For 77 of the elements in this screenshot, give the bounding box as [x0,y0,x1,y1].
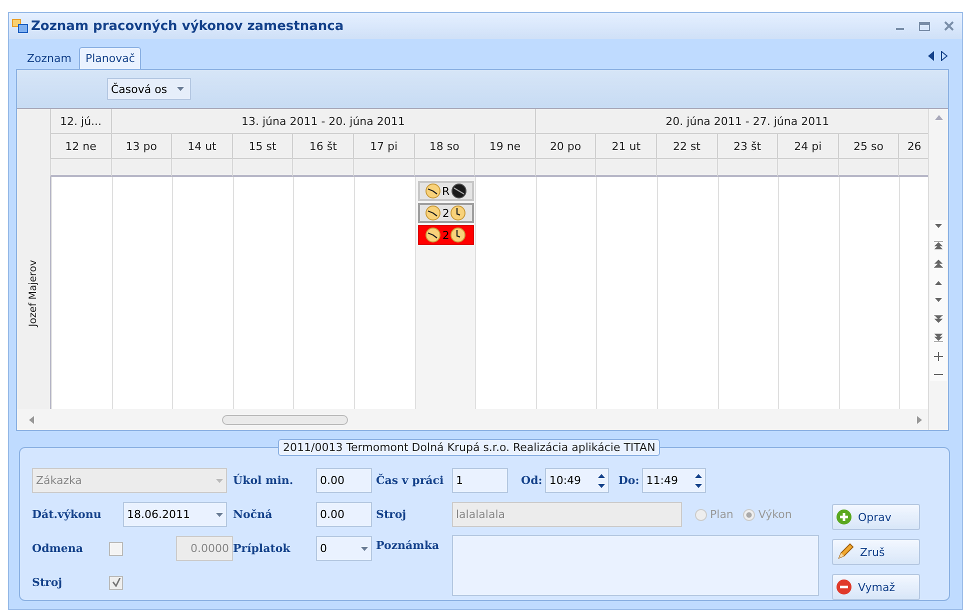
week-header: 12. jú... [50,109,111,134]
navigate-pgup-icon[interactable] [934,259,943,268]
clock-icon [450,183,467,199]
tab[interactable]: Planovač [79,47,141,69]
appointment[interactable]: R [418,181,474,201]
work-time-field[interactable]: 1 [452,468,508,493]
day-header: 25 so [838,134,898,159]
view-dropdown[interactable]: Časová os [107,78,192,100]
navigate-last-icon[interactable] [934,333,943,342]
machine-label: Stroj [376,508,408,521]
appointment[interactable]: 2 [418,225,474,245]
to-label: Do: [618,474,640,487]
navigate-first-icon[interactable] [934,240,943,250]
checkbox[interactable] [109,576,123,590]
task-field[interactable]: 0.00 [316,468,372,493]
spinner-icon[interactable] [598,474,606,488]
navigate-pgdn-icon[interactable] [934,314,943,324]
date-picker[interactable]: 18.06.2011 [123,502,227,527]
night-label: Nočná [233,508,274,521]
day-header: 17 pi [352,134,414,159]
caret-icon [177,87,184,91]
window-title: Zoznam pracovných výkonov zamestnanca [31,18,344,34]
scroll-left-icon[interactable] [928,51,935,61]
surcharge-dropdown[interactable]: 0 [316,536,372,561]
checkbox[interactable] [109,542,123,556]
day-header: 23 št [716,134,778,159]
action-button[interactable]: Zruš [832,539,920,565]
note-label: Poznámka [376,539,440,552]
clock-icon [450,205,466,221]
plus-icon [836,509,852,525]
day-header: 21 ut [595,134,656,159]
scroll-right-icon[interactable] [941,51,948,61]
day-header: 13 po [110,134,172,159]
night-field[interactable]: 0.00 [316,502,372,527]
clock-icon [425,205,442,221]
clock-icon [425,227,442,243]
spinner-icon[interactable] [695,474,702,488]
action-button[interactable]: Oprav [832,504,920,530]
appointment[interactable]: 2 [418,203,474,223]
clock-icon [450,227,466,243]
maximize-icon[interactable] [919,21,930,31]
note-field[interactable] [452,535,819,596]
scrollbar-thumb[interactable] [222,415,348,425]
resource-name: Jozef Majerov [28,260,39,326]
bonus-label: Odmena [32,542,84,555]
day-header: 15 st [232,134,292,159]
day-header: 24 pi [777,134,838,159]
time-field[interactable]: 10:49 [545,468,610,493]
pencil-icon [836,543,854,561]
week-header: 13. júna 2011 - 20. júna 2011 [110,109,535,134]
minus-icon [836,579,852,595]
from-label: Od: [521,474,542,487]
day-header: 22 st [656,134,717,159]
day-header: 20 po [534,134,596,159]
clock-icon [425,183,442,199]
tab[interactable]: Zoznam [21,47,78,69]
navigate-plus-icon[interactable] [934,352,943,360]
day-header: 18 so [414,134,474,159]
day-column[interactable]: R 2 2 [414,177,476,409]
surcharge-label: Príplatok [233,542,292,555]
day-header: 14 ut [171,134,232,159]
day-header: 19 ne [474,134,535,159]
day-header: 16 št [292,134,353,159]
scroll-up-icon[interactable] [934,115,942,120]
task-label: Úkol min. [233,474,294,487]
time-field[interactable]: 11:49 [642,468,706,493]
machine-label: Stroj [32,576,62,589]
date-label: Dát.výkonu [32,508,102,521]
action-button[interactable]: Vymaž [832,574,920,600]
group-title: 2011/0013 Termomont Dolná Krupá s.r.o. Realizácia aplikácie TITAN [278,439,660,456]
caret-icon [216,478,223,482]
work-time-label: Čas v práci [376,474,445,487]
day-header: 12 ne [50,134,111,159]
app-icon [12,19,28,33]
caret-icon [216,512,223,516]
caret-icon [361,546,368,550]
close-icon[interactable] [944,21,954,31]
